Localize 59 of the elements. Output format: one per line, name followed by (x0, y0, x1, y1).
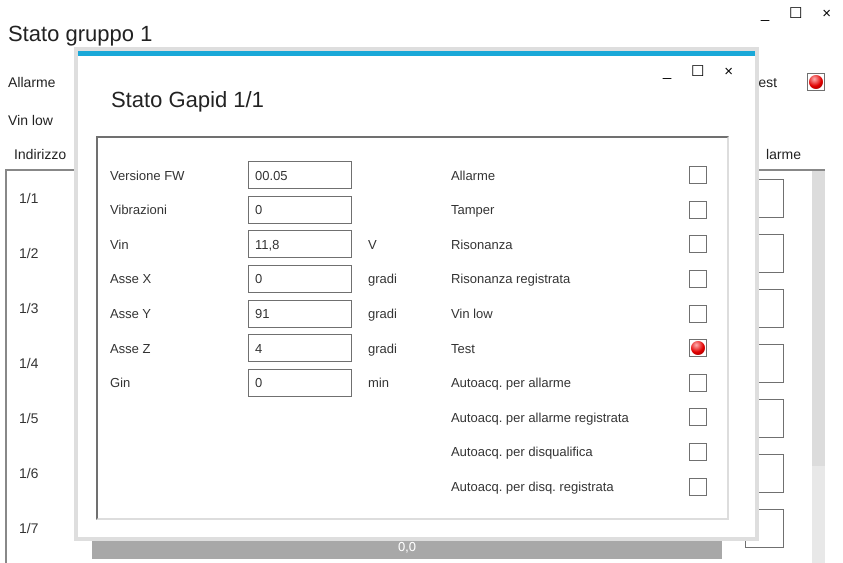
field-label: Vibrazioni (110, 201, 168, 220)
input-field[interactable]: 00.05 (248, 161, 352, 190)
checkbox[interactable] (689, 235, 707, 254)
maximize-button[interactable]: ☐ (687, 64, 708, 78)
maximize-button[interactable]: ☐ (785, 6, 806, 20)
address-cell-text: 1/2 (18, 244, 40, 263)
column-header: Indirizzo (14, 144, 66, 164)
flag-label: Risonanza registrata (451, 270, 572, 288)
dialog-title: Stato Gapid 1/1 (110, 86, 264, 114)
flag-label: Vin low (451, 304, 494, 323)
field-label: Asse Z (110, 340, 152, 358)
input-field[interactable]: 4 (248, 334, 352, 362)
unit-label: min (368, 374, 389, 392)
minimize-button[interactable]: _ (658, 64, 676, 78)
address-cell-text: 1/5 (18, 409, 40, 428)
unit-label: V (368, 236, 377, 254)
close-button[interactable]: × (818, 6, 835, 20)
field-label: Vin (110, 236, 130, 254)
input-field[interactable]: 0 (248, 196, 352, 224)
unit-label: gradi (368, 340, 397, 358)
field-label: Asse Y (110, 304, 152, 323)
address-cell-text: 1/6 (18, 464, 40, 483)
flag-label: Autoacq. per disq. registrata (451, 478, 615, 496)
address-cell-text: 1/3 (18, 299, 40, 318)
column-header: larme (766, 144, 801, 164)
checkbox[interactable] (689, 374, 707, 392)
field-label: Versione FW (110, 166, 186, 185)
unit-label: gradi (368, 304, 397, 323)
input-field[interactable]: 0 (248, 265, 352, 294)
status-label: Allarme (8, 72, 56, 92)
address-cell-text: 1/1 (18, 189, 40, 208)
address-cell-text: 1/7 (18, 519, 40, 538)
flag-label: Risonanza (451, 236, 514, 254)
checkbox[interactable] (689, 166, 707, 184)
minimize-button[interactable]: _ (756, 6, 774, 20)
field-label: Gin (110, 374, 132, 392)
flag-label: Allarme (451, 166, 496, 185)
status-label: est (758, 72, 777, 92)
checkbox[interactable] (689, 478, 707, 496)
checkbox[interactable] (689, 408, 707, 426)
checkbox[interactable] (689, 270, 707, 288)
input-field[interactable]: 11,8 (248, 230, 352, 258)
status-label: Vin low (7, 110, 53, 130)
checkbox[interactable] (689, 200, 707, 219)
flag-label: Test (451, 340, 476, 358)
flag-label: Autoacq. per allarme (451, 374, 572, 392)
flag-label: Autoacq. per disqualifica (451, 443, 594, 462)
unit-label: gradi (368, 270, 397, 288)
close-button[interactable]: × (720, 64, 737, 78)
input-field[interactable]: 91 (248, 300, 352, 328)
scrollbar[interactable] (812, 171, 825, 563)
flag-label: Tamper (451, 201, 496, 220)
checkbox[interactable] (689, 304, 707, 323)
window-title: Stato gruppo 1 (7, 22, 152, 46)
field-label: Asse X (110, 270, 152, 288)
input-field[interactable]: 0 (248, 368, 352, 397)
checkbox[interactable] (689, 443, 707, 462)
address-cell-text: 1/4 (18, 354, 40, 373)
flag-label: Autoacq. per allarme registrata (451, 408, 630, 427)
